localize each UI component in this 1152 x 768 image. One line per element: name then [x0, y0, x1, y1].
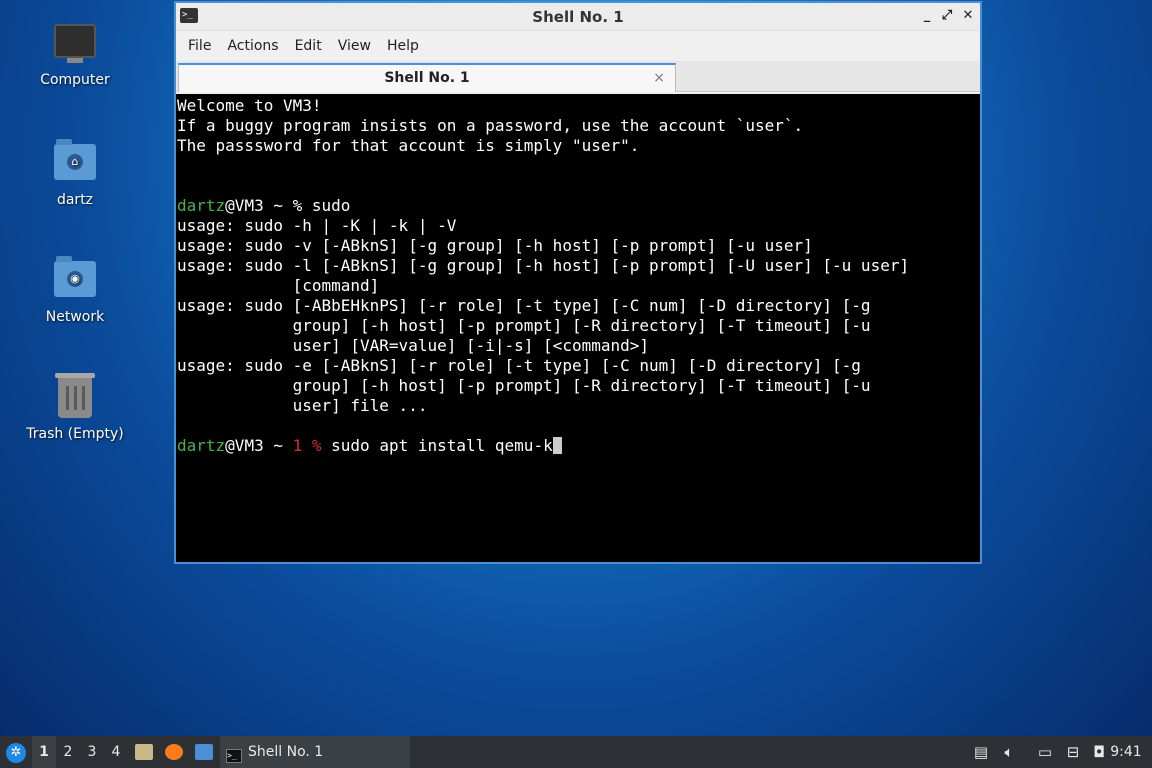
close-icon[interactable]: ✕	[959, 7, 977, 25]
workspace-2[interactable]: 2	[56, 736, 80, 768]
volume-icon[interactable]: 🔈︎	[998, 736, 1020, 768]
terminal-window: >_ Shell No. 1 _ ⤢ ✕ File Actions Edit V…	[174, 1, 982, 564]
menu-file[interactable]: File	[180, 38, 219, 54]
desktop-icon	[195, 744, 213, 760]
tab-shell-1[interactable]: Shell No. 1 ×	[178, 63, 676, 92]
terminal-output[interactable]: Welcome to VM3! If a buggy program insist…	[176, 94, 980, 562]
terminal-line: group] [-h host] [-p prompt] [-R directo…	[177, 376, 871, 395]
prompt-line: dartz@VM3 ~ % sudo	[177, 196, 979, 216]
tab-label: Shell No. 1	[384, 70, 470, 86]
terminal-line: group] [-h host] [-p prompt] [-R directo…	[177, 316, 871, 335]
notes-icon[interactable]: ▭	[1034, 736, 1056, 768]
lxqt-logo-icon: ✲	[6, 743, 26, 763]
window-title: Shell No. 1	[532, 8, 624, 26]
prompt-host: @VM3 ~	[225, 436, 293, 455]
desktop-icon-computer[interactable]: Computer	[20, 24, 130, 88]
menu-edit[interactable]: Edit	[287, 38, 330, 54]
clipboard-icon[interactable]: ▤	[970, 736, 992, 768]
maximize-icon[interactable]: ⤢	[938, 7, 956, 25]
prompt-user: dartz	[177, 196, 226, 215]
terminal-line: Welcome to VM3!	[177, 96, 322, 115]
terminal-line: The passsword for that account is simply…	[177, 136, 640, 155]
prompt-line: dartz@VM3 ~ 1 % sudo apt install qemu-k	[177, 436, 979, 456]
taskbar-task-shell[interactable]: >_ Shell No. 1	[220, 736, 410, 768]
network-folder-icon: ◉	[53, 256, 97, 305]
terminal-icon: >_	[226, 749, 242, 763]
minimize-icon[interactable]: _	[918, 7, 936, 25]
task-label: Shell No. 1	[248, 744, 324, 760]
window-titlebar[interactable]: >_ Shell No. 1 _ ⤢ ✕	[176, 3, 980, 31]
terminal-line: user] [VAR=value] [-i|-s] [<command>]	[177, 336, 650, 355]
firefox-launcher[interactable]	[162, 736, 186, 768]
prompt-user: dartz	[177, 436, 226, 455]
start-menu-button[interactable]: ✲	[4, 736, 28, 768]
terminal-line: usage: sudo -l [-ABknS] [-g group] [-h h…	[177, 256, 910, 275]
text-cursor	[552, 437, 562, 454]
terminal-line: If a buggy program insists on a password…	[177, 116, 804, 135]
workspace-3[interactable]: 3	[80, 736, 104, 768]
prompt-exit-status: 1 %	[292, 436, 322, 455]
menu-actions[interactable]: Actions	[219, 38, 286, 54]
terminal-line: usage: sudo -h | -K | -k | -V	[177, 216, 457, 235]
desktop-icon-label: dartz	[56, 192, 94, 208]
firefox-icon	[165, 744, 183, 760]
terminal-line: usage: sudo -e [-ABknS] [-r role] [-t ty…	[177, 356, 861, 375]
taskbar: ✲ 1 2 3 4 >_ Shell No. 1 ▤ 🔈︎ ▭ ⊟ ◘ 9:41	[0, 736, 1152, 768]
clock[interactable]: 9:41	[1106, 736, 1146, 768]
tab-close-icon[interactable]: ×	[653, 65, 665, 91]
menu-view[interactable]: View	[330, 38, 379, 54]
prompt-command: @VM3 ~ % sudo	[225, 196, 351, 215]
network-status-icon[interactable]: ⊟	[1062, 736, 1084, 768]
terminal-line: usage: sudo [-ABbEHknPS] [-r role] [-t t…	[177, 296, 871, 315]
home-folder-icon: ⌂	[53, 139, 97, 188]
terminal-line: usage: sudo -v [-ABknS] [-g group] [-h h…	[177, 236, 813, 255]
file-manager-icon	[135, 744, 153, 760]
workspace-1[interactable]: 1	[32, 736, 56, 768]
tab-bar: Shell No. 1 ×	[176, 61, 980, 92]
desktop-icon-home[interactable]: ⌂ dartz	[20, 139, 130, 208]
show-desktop-launcher[interactable]	[192, 736, 216, 768]
file-manager-launcher[interactable]	[132, 736, 156, 768]
menu-help[interactable]: Help	[379, 38, 427, 54]
terminal-line: [command]	[177, 276, 380, 295]
desktop-icon-label: Computer	[40, 72, 110, 88]
prompt-command-input[interactable]: sudo apt install qemu-k	[322, 436, 553, 455]
computer-icon	[53, 24, 97, 68]
desktop-icon-label: Network	[45, 309, 105, 325]
menubar: File Actions Edit View Help	[176, 31, 980, 61]
desktop-icon-trash[interactable]: Trash (Empty)	[20, 373, 130, 442]
desktop-icon-network[interactable]: ◉ Network	[20, 256, 130, 325]
trash-icon	[53, 373, 97, 422]
terminal-line: user] file ...	[177, 396, 428, 415]
desktop-icon-label: Trash (Empty)	[26, 426, 124, 442]
workspace-4[interactable]: 4	[104, 736, 128, 768]
